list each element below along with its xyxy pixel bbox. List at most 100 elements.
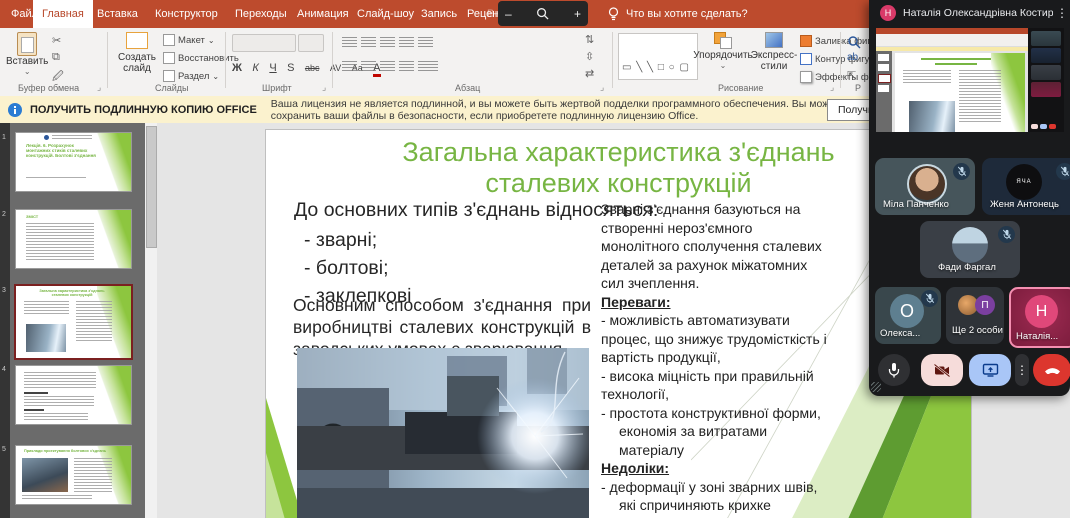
shapes-gallery[interactable]: ▭ ╲ ╲ □ ○ ▢ △ ⌐ ⌐ ⇨ ⇩ ▱ ✎ ⌒ ~ { } ☆ [618,33,698,80]
current-slide-canvas[interactable]: Загальна характеристика з'єднань сталеви… [265,129,972,518]
avatar [952,227,988,263]
drawing-dialog-launcher[interactable]: ⌟ [830,82,834,93]
screen-zoom-overlay: – + [498,1,588,26]
mic-off-icon [953,163,970,180]
thumbnail-slide-3-selected[interactable]: Загальна характеристика з'єднань сталеви… [14,284,133,360]
reset-icon [163,52,175,64]
shadow-button[interactable]: S [287,62,294,74]
paragraph-dialog-launcher[interactable]: ⌟ [600,82,604,93]
tell-me-box[interactable]: Что вы хотите сделать? [608,0,748,28]
alignment-icons[interactable] [342,60,442,78]
slide-list-item[interactable]: - зварні; [304,229,377,252]
lightbulb-icon [608,7,619,22]
list-indent-icons[interactable] [342,36,437,54]
mic-off-icon [1056,163,1070,180]
bold-button[interactable]: Ж [232,62,242,74]
text-direction-icon[interactable]: ⇅ [585,33,594,46]
mic-button[interactable] [878,352,910,388]
tab-transitions[interactable]: Переходы [226,0,296,28]
thumb-title: ЗМІСТ [26,215,38,219]
zoom-in-button[interactable]: + [574,7,581,21]
select-icon[interactable]: ⇱ [847,69,856,82]
disadvantages-heading: Недоліки: [601,459,827,478]
zoom-out-button[interactable]: – [505,7,512,21]
new-slide-button[interactable]: Создать слайд [114,32,160,74]
info-icon [8,103,22,117]
thumbnail-slide-5[interactable]: Приклади проектування болтових з'єднань [15,445,132,505]
thumb-title: Лекція. 6. Розрахунок монтажних стиків с… [26,144,98,159]
participant-tile-fadi[interactable]: Фади Фаргал [920,221,1020,278]
participant-tile-natalia-self[interactable]: Н Наталія... [1009,287,1070,348]
font-name-select[interactable] [232,34,296,52]
participant-tile-others[interactable]: П Ще 2 особи [946,287,1004,344]
scrollbar-thumb[interactable] [146,126,157,248]
camera-off-button[interactable] [921,352,963,388]
italic-button[interactable]: К [252,62,258,74]
align-text-icon[interactable]: ⇳ [585,50,594,63]
underline-button[interactable]: Ч [269,62,276,74]
disadvantage-item: - деформації у зоні зварних швів, які сп… [601,478,827,518]
welding-photo[interactable] [297,348,589,518]
slide-number: 4 [2,366,6,373]
cut-icon[interactable]: ✂ [52,34,61,47]
thumbnail-slide-2[interactable]: ЗМІСТ [15,209,132,269]
leave-call-button[interactable] [1033,352,1070,388]
advantage-item: - простота конструктивної форми, економі… [601,404,827,460]
thumbnail-scrollbar[interactable] [145,123,157,518]
thumb-photo [22,458,68,492]
mic-off-icon [921,290,938,307]
avatar: Н [880,5,896,21]
replace-icon[interactable]: ab [847,52,858,63]
present-screen-button[interactable] [969,352,1011,388]
convert-smartart-icon[interactable]: ⇄ [585,67,594,80]
thumbnail-slide-4[interactable] [15,365,132,425]
clipboard-dialog-launcher[interactable]: ⌟ [97,82,101,93]
participant-name: Олекса... [880,328,920,339]
tab-insert[interactable]: Вставка [88,0,147,28]
meet-host-name: Наталія Олександрівна Костира ... [903,7,1053,19]
quick-styles-icon [765,32,783,48]
slide-list-item[interactable]: - болтові; [304,257,389,280]
avatar [907,164,947,204]
layout-button[interactable]: Макет⌄ [163,34,215,46]
more-controls-button[interactable]: ⋮ [1015,352,1029,388]
group-paragraph-label: Абзац [455,83,480,93]
strikethrough-button[interactable]: abc [305,63,320,73]
avatar: ЯЧА [1006,164,1042,200]
layout-icon [163,34,175,46]
slide-title[interactable]: Загальна характеристика з'єднань сталеви… [366,137,871,199]
preview-meet-strip [1028,28,1064,132]
participant-tile-zhenya[interactable]: ЯЧА Женя Антонець [982,158,1070,215]
meet-window[interactable]: Н Наталія Олександрівна Костира ... ⋮ [869,0,1070,396]
tab-home[interactable]: Главная [33,0,93,28]
participant-tile-oleksa[interactable]: О Олекса... [875,287,941,344]
paste-label: Вставить [6,56,48,67]
thumb-title: Загальна характеристика з'єднань сталеви… [32,289,112,297]
more-options-icon[interactable]: ⋮ [1056,6,1068,20]
quick-styles-button[interactable]: Экспресс-стили [752,32,796,72]
participant-name: Ще 2 особи [952,325,1003,336]
thumbnail-slide-1[interactable]: Лекція. 6. Розрахунок монтажних стиків с… [15,132,132,192]
section-button[interactable]: Раздел⌄ [163,70,219,82]
group-editing-label: Р [855,83,861,93]
section-icon [163,70,175,82]
magnifier-icon [536,7,549,20]
font-size-select[interactable] [298,34,324,52]
slide-right-textbox[interactable]: Зварні з'єднання базуються на створенні … [601,200,827,518]
present-screen-icon [982,363,999,377]
font-dialog-launcher[interactable]: ⌟ [322,82,326,93]
screen-share-preview[interactable] [876,28,1064,132]
resize-handle[interactable] [871,382,881,392]
advantages-heading: Переваги: [601,293,827,312]
arrange-button[interactable]: Упорядочить ⌄ [697,32,749,70]
tab-design[interactable]: Конструктор [146,0,227,28]
participant-tile-mila[interactable]: Міла Панченко [875,158,975,215]
group-clipboard-label: Буфер обмена [18,83,79,93]
copy-icon[interactable]: ⧉ [52,51,60,64]
license-title: ПОЛУЧИТЬ ПОДЛИННУЮ КОПИЮ OFFICE [30,104,257,116]
reset-button[interactable]: Восстановить [163,52,239,64]
thumb-photo [26,324,66,352]
find-icon[interactable] [847,35,861,49]
welding-description: Зварні з'єднання базуються на створенні … [601,200,827,293]
paste-button[interactable]: Вставить ⌄ [6,32,48,76]
